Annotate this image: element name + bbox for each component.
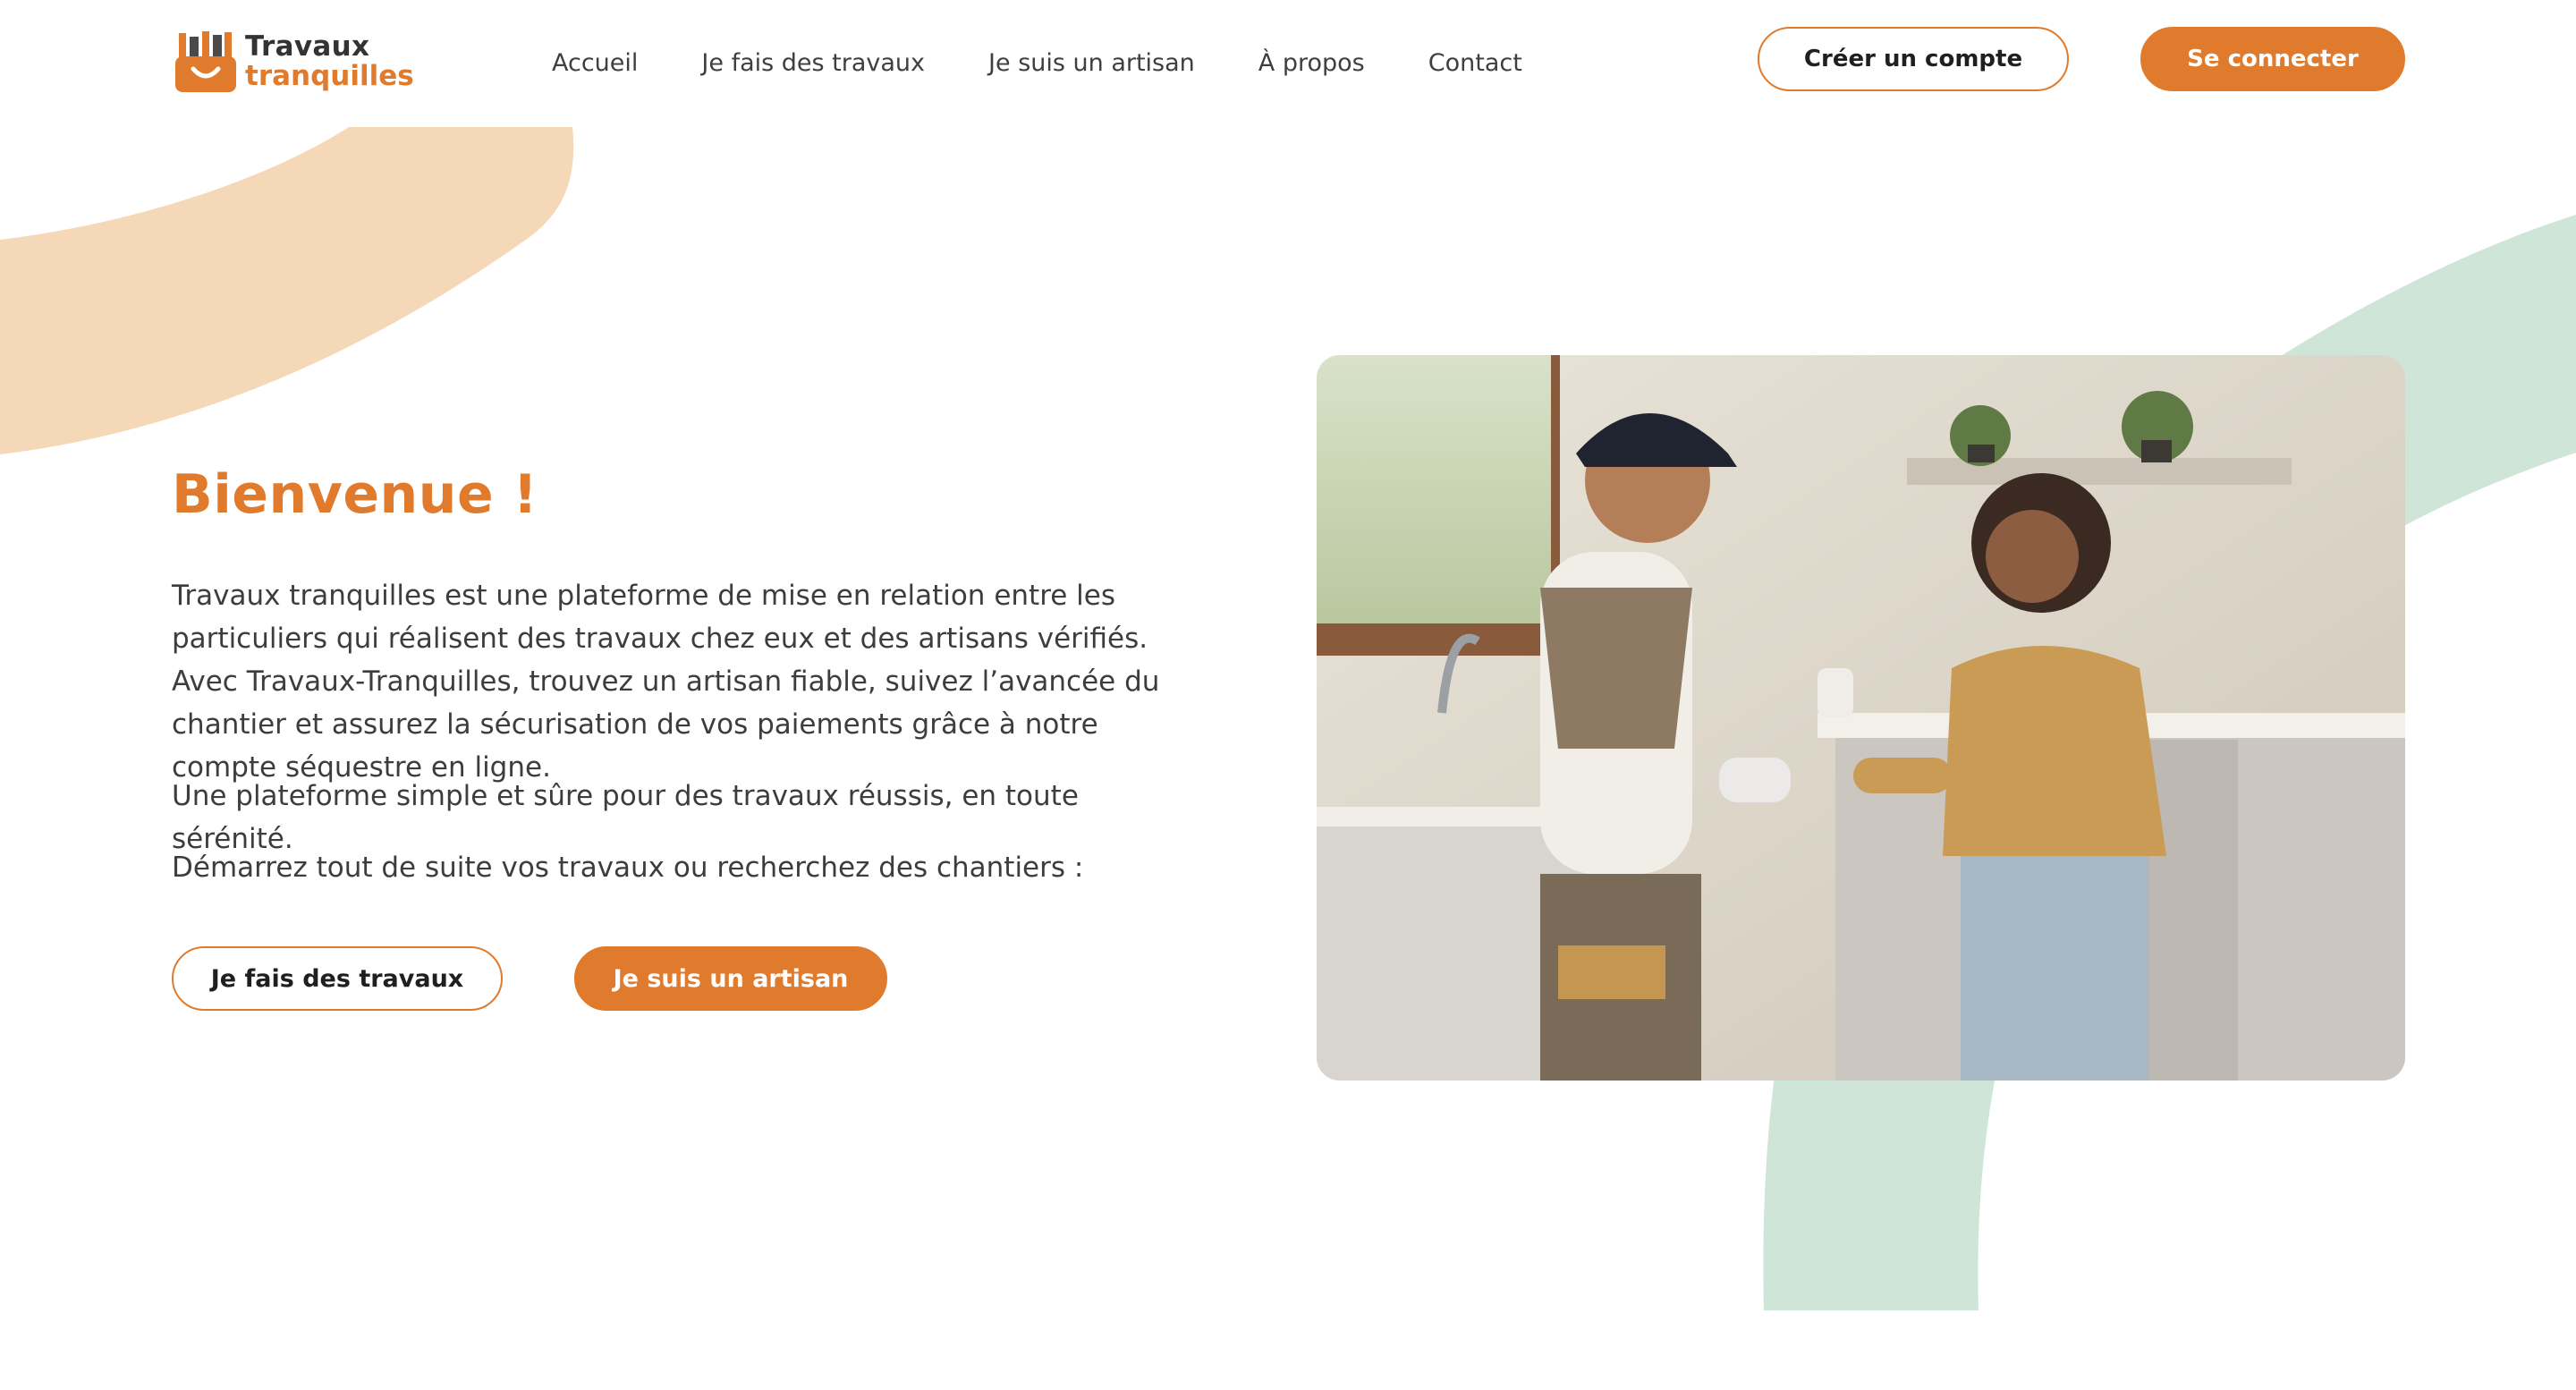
hero-cta-prompt: Démarrez tout de suite vos travaux ou re… bbox=[172, 852, 1084, 884]
homeowner-cta-button[interactable]: Je fais des travaux bbox=[172, 946, 503, 1011]
hero-title: Bienvenue ! bbox=[172, 463, 538, 526]
hero-intro-paragraph: Travaux tranquilles est une plateforme d… bbox=[172, 580, 1160, 784]
brand-name-line1: Travaux bbox=[245, 30, 370, 63]
brand-logo[interactable]: Travaux tranquilles bbox=[175, 29, 414, 95]
brand-name-line2: tranquilles bbox=[245, 60, 414, 92]
nav-link-a-propos[interactable]: À propos bbox=[1258, 49, 1365, 77]
artisan-cta-button[interactable]: Je suis un artisan bbox=[574, 946, 887, 1011]
login-button[interactable]: Se connecter bbox=[2140, 27, 2405, 91]
main-nav: Accueil Je fais des travaux Je suis un a… bbox=[552, 45, 1522, 81]
nav-link-contact[interactable]: Contact bbox=[1428, 49, 1522, 77]
hero-photo bbox=[1317, 355, 2405, 1081]
nav-link-je-suis-un-artisan[interactable]: Je suis un artisan bbox=[988, 49, 1195, 77]
nav-link-je-fais-des-travaux[interactable]: Je fais des travaux bbox=[701, 49, 925, 77]
peach-wave-shape bbox=[0, 127, 574, 454]
toolbox-smile-icon bbox=[175, 30, 238, 94]
create-account-button[interactable]: Créer un compte bbox=[1758, 27, 2069, 91]
nav-link-accueil[interactable]: Accueil bbox=[552, 49, 638, 77]
site-header: Travaux tranquilles Accueil Je fais des … bbox=[0, 0, 2576, 125]
